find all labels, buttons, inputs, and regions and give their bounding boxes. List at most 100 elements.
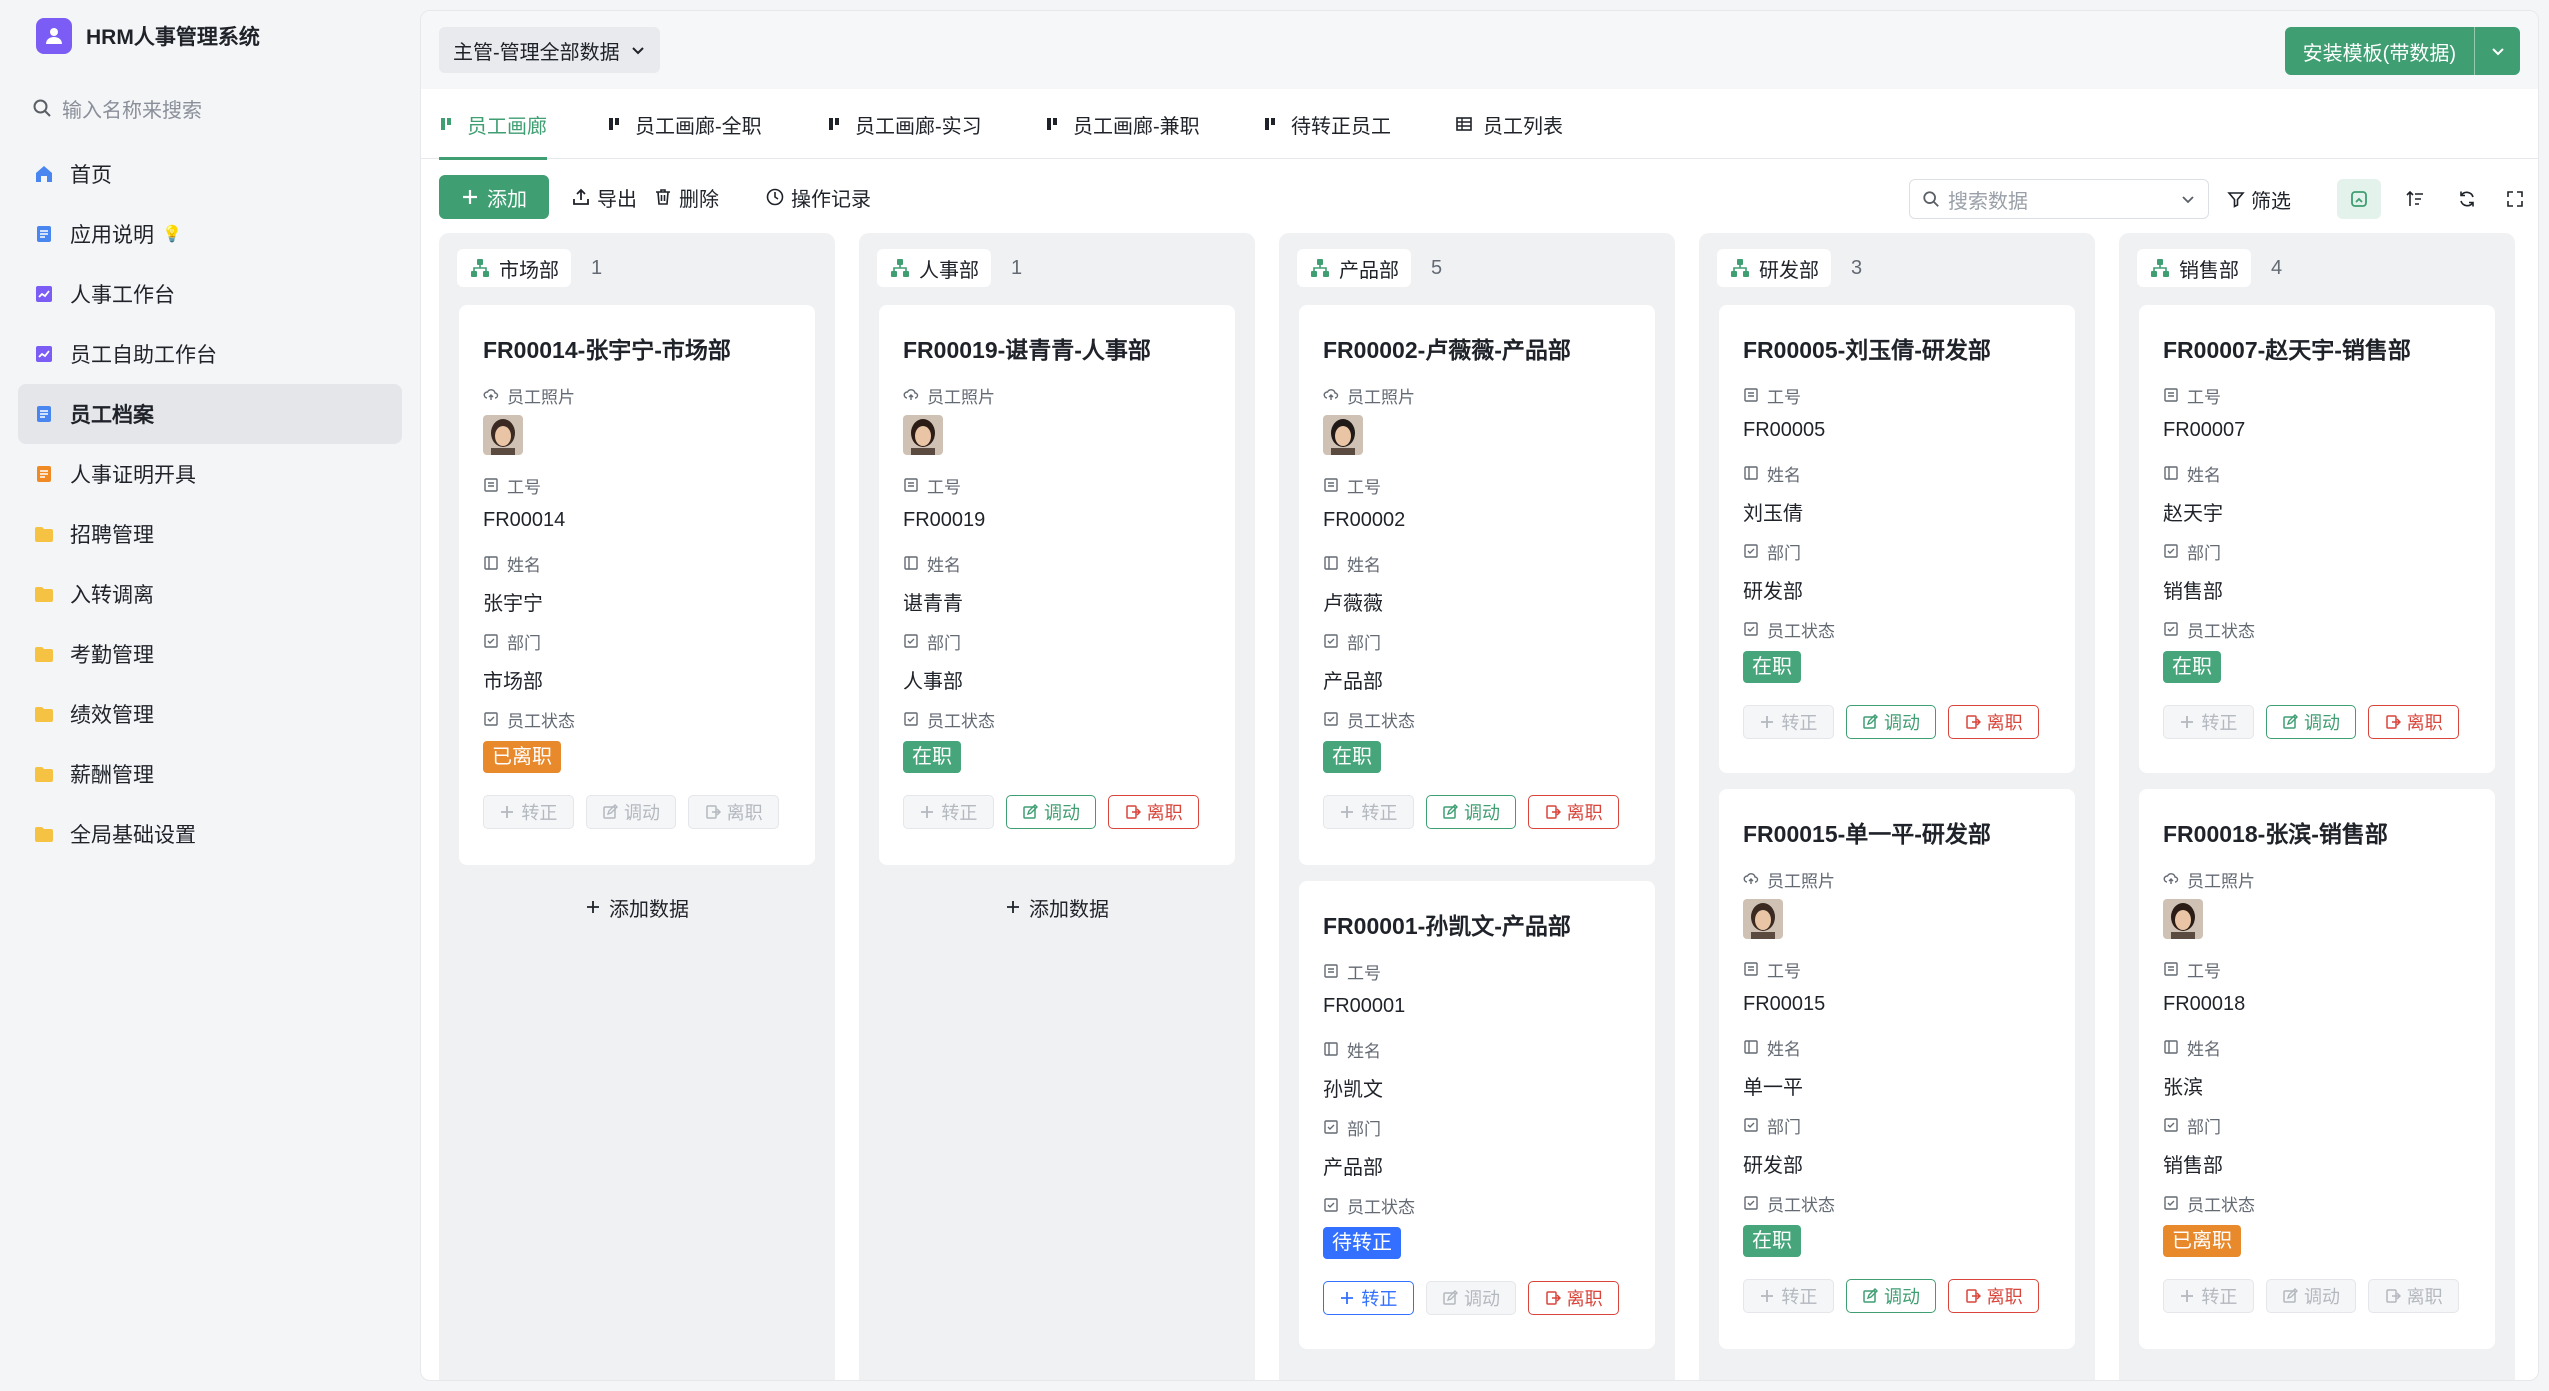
regularize-button[interactable]: 转正 [1323,795,1414,829]
field-label: 员工状态 [1743,619,2051,641]
leave-button[interactable]: 离职 [688,795,780,829]
leave-button-label: 离职 [2406,1287,2443,1307]
status-field-icon [1743,1195,1767,1211]
scope-select[interactable]: 主管-管理全部数据 [439,27,660,73]
employee-photo[interactable] [483,415,523,455]
export-label: 导出 [597,188,637,211]
field-value-id: FR00001 [1323,995,1406,1017]
transfer-button[interactable]: 调动 [1005,795,1097,829]
employee-card[interactable]: FR00002-卢薇薇-产品部 员工照片 工号 FR00002 姓名 卢薇薇 部门 产品部 员工… [1299,305,1655,865]
regularize-button[interactable]: 转正 [903,795,994,829]
sidebar-item-6[interactable]: 招聘管理 [18,504,402,564]
sidebar-item-11[interactable]: 全局基础设置 [18,804,402,864]
employee-photo[interactable] [2163,899,2203,939]
data-search-input[interactable]: 搜索数据 [1909,179,2209,219]
install-dropdown-toggle[interactable] [2474,27,2520,75]
employee-photo[interactable] [903,415,943,455]
add-data-button[interactable]: 添加数据 [459,883,815,931]
sidebar-item-0[interactable]: 首页 [18,144,402,204]
install-template-button[interactable]: 安装模板(带数据) [2284,27,2520,75]
sort-button[interactable] [2393,179,2437,219]
column-group-tag[interactable]: 人事部 [877,249,991,287]
card-title: FR00007-赵天宇-销售部 [2163,337,2411,363]
kanban-icon [1263,115,1291,133]
sidebar-item-5[interactable]: 人事证明开具 [18,444,402,504]
tab-2[interactable]: 员工画廊-实习 [827,89,982,159]
app-header[interactable]: HRM人事管理系统 [36,18,260,54]
transfer-button[interactable]: 调动 [2265,1279,2357,1313]
regularize-button[interactable]: 转正 [2163,1279,2254,1313]
column-group-tag[interactable]: 产品部 [1297,249,1411,287]
sidebar-item-label: 应用说明 [70,224,154,247]
field-label: 员工照片 [1323,385,1631,407]
column-group-tag[interactable]: 市场部 [457,249,571,287]
tab-4[interactable]: 待转正员工 [1263,89,1391,159]
filter-label: 筛选 [2251,190,2291,213]
sidebar-item-1[interactable]: 应用说明 💡 [18,204,402,264]
add-data-button[interactable]: 添加数据 [2139,1367,2495,1380]
export-button[interactable]: 导出 [571,175,637,219]
employee-card[interactable]: FR00018-张滨-销售部 员工照片 工号 FR00018 姓名 张滨 部门 销售部 员工状态… [2139,789,2495,1349]
field-label: 姓名 [2163,1037,2471,1059]
transfer-button[interactable]: 调动 [1425,795,1517,829]
employee-photo[interactable] [1323,415,1363,455]
leave-button[interactable]: 离职 [1528,795,1620,829]
column-group-tag[interactable]: 研发部 [1717,249,1831,287]
edit-icon [2282,714,2304,730]
regularize-button[interactable]: 转正 [1743,1279,1834,1313]
tab-5[interactable]: 员工列表 [1455,89,1563,159]
tab-1[interactable]: 员工画廊-全职 [607,89,762,159]
transfer-button[interactable]: 调动 [1845,1279,1937,1313]
leave-button[interactable]: 离职 [1108,795,1200,829]
leave-button[interactable]: 离职 [1528,1281,1620,1315]
sidebar-item-9[interactable]: 绩效管理 [18,684,402,744]
card-actions: 转正 调动 离职 [1323,795,1631,829]
sidebar-item-4[interactable]: 员工档案 [18,384,402,444]
tab-3[interactable]: 员工画廊-兼职 [1045,89,1200,159]
field-label: 员工状态 [2163,619,2471,641]
field-value-name: 刘玉倩 [1743,503,1803,525]
id-field-icon [1743,387,1767,403]
card-view-button[interactable] [2337,179,2381,219]
employee-card[interactable]: FR00007-赵天宇-销售部 工号 FR00007 姓名 赵天宇 部门 销售部 员工状态 在职… [2139,305,2495,773]
regularize-button[interactable]: 转正 [1323,1281,1414,1315]
sidebar-search-input[interactable]: 输入名称来搜索 [32,90,392,126]
sidebar-item-3[interactable]: 员工自助工作台 [18,324,402,384]
fullscreen-button[interactable] [2493,179,2537,219]
employee-photo[interactable] [1743,899,1783,939]
employee-card[interactable]: FR00005-刘玉倩-研发部 工号 FR00005 姓名 刘玉倩 部门 研发部 员工状态 在职… [1719,305,2075,773]
transfer-button-label: 调动 [1464,1289,1500,1309]
employee-card[interactable]: FR00019-谌青青-人事部 员工照片 工号 FR00019 姓名 谌青青 部门 人事部 员工… [879,305,1235,865]
sidebar-item-7[interactable]: 入转调离 [18,564,402,624]
filter-button[interactable]: 筛选 [2227,179,2291,219]
leave-button[interactable]: 离职 [1948,705,2040,739]
transfer-button[interactable]: 调动 [1845,705,1937,739]
field-value-dept: 市场部 [483,671,543,693]
regularize-button[interactable]: 转正 [2163,705,2254,739]
tab-0[interactable]: 员工画廊 [439,89,547,160]
employee-card[interactable]: FR00014-张宇宁-市场部 员工照片 工号 FR00014 姓名 张宇宁 部门 市场部 员工… [459,305,815,865]
leave-button[interactable]: 离职 [1948,1279,2040,1313]
add-button[interactable]: 添加 [439,175,549,219]
leave-button[interactable]: 离职 [2368,1279,2460,1313]
sidebar-item-10[interactable]: 薪酬管理 [18,744,402,804]
employee-card[interactable]: FR00001-孙凯文-产品部 工号 FR00001 姓名 孙凯文 部门 产品部 员工状态 待转… [1299,881,1655,1349]
employee-card[interactable]: FR00015-单一平-研发部 员工照片 工号 FR00015 姓名 单一平 部门 研发部 员工… [1719,789,2075,1349]
delete-button[interactable]: 删除 [653,175,719,219]
sidebar-item-8[interactable]: 考勤管理 [18,624,402,684]
transfer-button[interactable]: 调动 [2265,705,2357,739]
transfer-button[interactable]: 调动 [585,795,677,829]
regularize-button[interactable]: 转正 [1743,705,1834,739]
regularize-button[interactable]: 转正 [483,795,574,829]
add-data-button[interactable]: 添加数据 [879,883,1235,931]
history-button[interactable]: 操作记录 [765,175,871,219]
sidebar-item-label: 薪酬管理 [70,764,154,787]
leave-button[interactable]: 离职 [2368,705,2460,739]
refresh-button[interactable] [2445,179,2489,219]
column-header: 人事部 1 [877,247,1022,289]
sidebar-item-2[interactable]: 人事工作台 [18,264,402,324]
add-data-button[interactable]: 添加数据 [1299,1367,1655,1380]
add-data-button[interactable]: 添加数据 [1719,1367,2075,1380]
transfer-button[interactable]: 调动 [1425,1281,1517,1315]
column-group-tag[interactable]: 销售部 [2137,249,2251,287]
